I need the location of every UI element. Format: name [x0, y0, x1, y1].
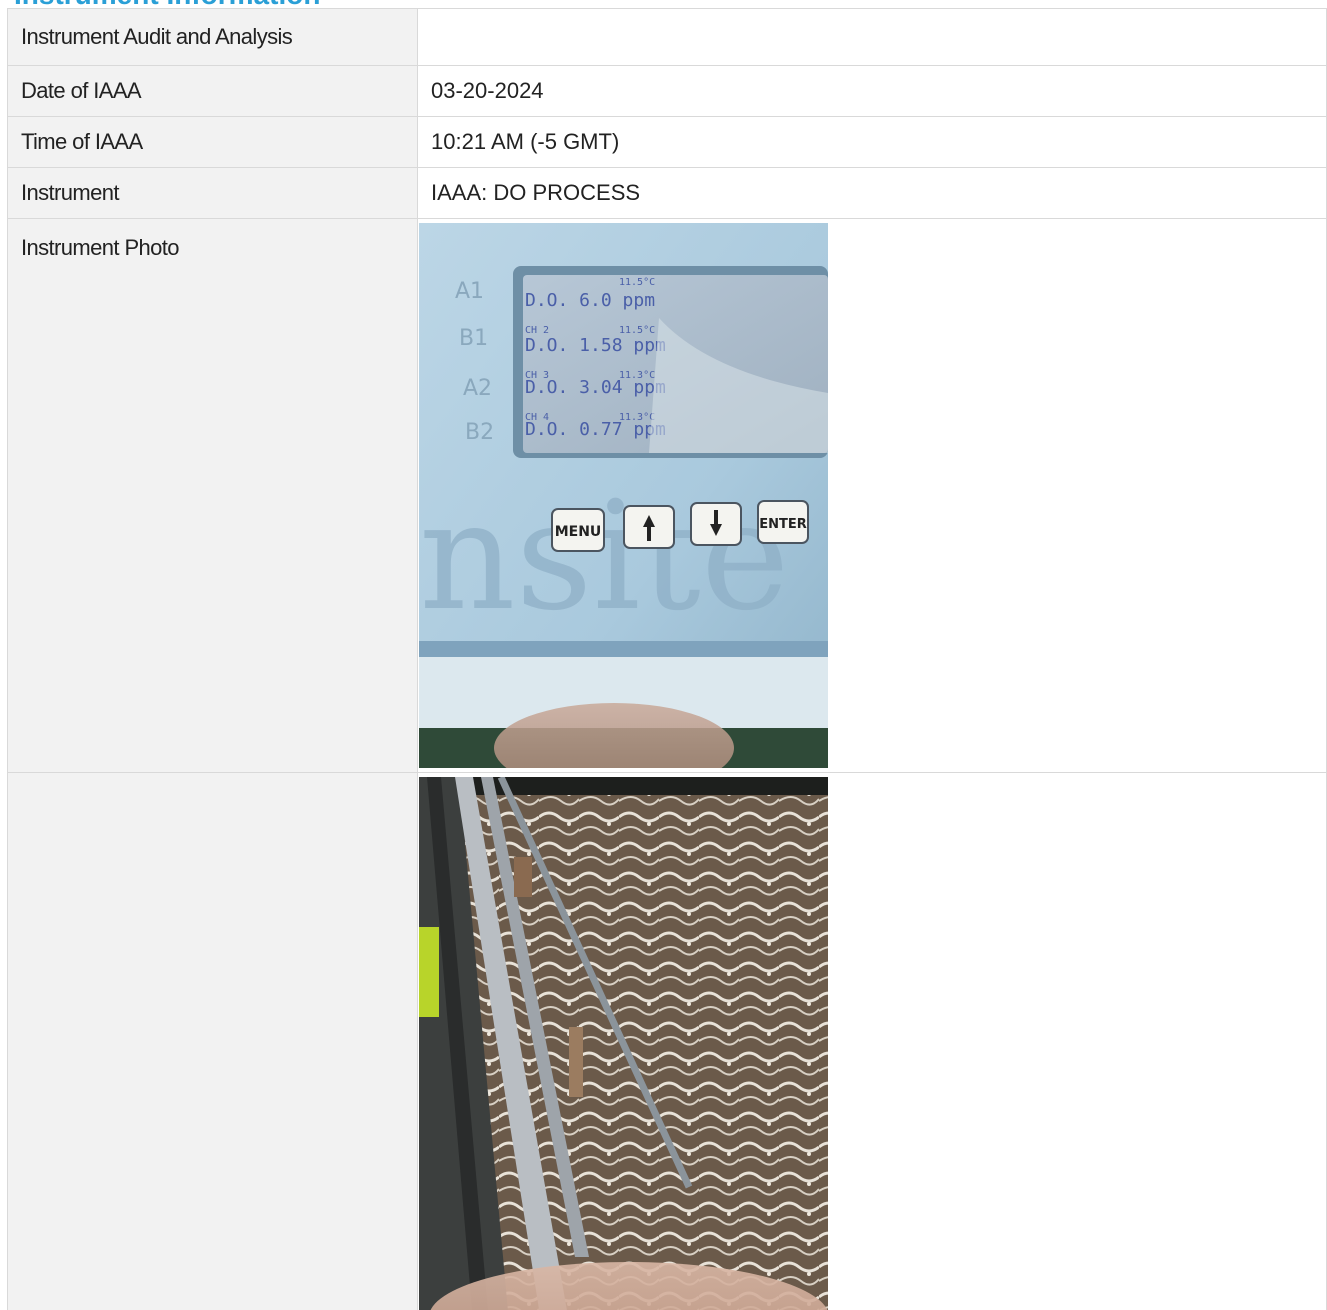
svg-text:A1: A1: [455, 279, 484, 304]
row-value: [417, 8, 1327, 66]
safety-vest: [419, 927, 439, 1017]
svg-text:D.O. 0.77 ppm: D.O. 0.77 ppm: [525, 419, 666, 440]
table-row: Instrument Photo nsite A1 B1 A2 B2 11.5°…: [7, 218, 1327, 773]
table-row: Time of IAAA 10:21 AM (-5 GMT): [7, 116, 1327, 168]
row-label: Instrument Photo: [7, 218, 418, 773]
instrument-info-table: Instrument Audit and Analysis Date of IA…: [7, 8, 1327, 1310]
row-value: [417, 772, 1327, 1310]
row-label: Instrument: [7, 167, 418, 219]
row-value: nsite A1 B1 A2 B2 11.5°C D.O. 6.0 ppm CH…: [417, 218, 1327, 773]
instrument-photo: nsite A1 B1 A2 B2 11.5°C D.O. 6.0 ppm CH…: [419, 223, 828, 768]
instrument-photo-image: nsite A1 B1 A2 B2 11.5°C D.O. 6.0 ppm CH…: [419, 223, 828, 768]
row-value: IAAA: DO PROCESS: [417, 167, 1327, 219]
table-row: Instrument Audit and Analysis: [7, 8, 1327, 66]
svg-text:B2: B2: [465, 420, 494, 445]
svg-text:B1: B1: [459, 326, 488, 351]
logo-text: nsite: [419, 470, 790, 644]
row-value: 03-20-2024: [417, 65, 1327, 117]
svg-text:D.O. 3.04 ppm: D.O. 3.04 ppm: [525, 377, 666, 398]
section-title: Instrument Information: [14, 0, 320, 9]
table-row: Date of IAAA 03-20-2024: [7, 65, 1327, 117]
svg-text:D.O. 1.58 ppm: D.O. 1.58 ppm: [525, 335, 666, 356]
row-label: [7, 772, 418, 1310]
site-photo: [419, 777, 828, 1310]
row-label: Date of IAAA: [7, 65, 418, 117]
table-row: Instrument IAAA: DO PROCESS: [7, 167, 1327, 219]
svg-text:A2: A2: [463, 376, 492, 401]
site-photo-image: [419, 777, 828, 1310]
svg-text:D.O. 6.0 ppm: D.O. 6.0 ppm: [525, 290, 655, 311]
svg-text:11.5°C: 11.5°C: [619, 277, 655, 288]
svg-text:MENU: MENU: [555, 524, 602, 540]
row-label: Time of IAAA: [7, 116, 418, 168]
row-label: Instrument Audit and Analysis: [7, 8, 418, 66]
table-row: [7, 772, 1327, 1310]
row-value: 10:21 AM (-5 GMT): [417, 116, 1327, 168]
svg-text:ENTER: ENTER: [759, 517, 807, 532]
